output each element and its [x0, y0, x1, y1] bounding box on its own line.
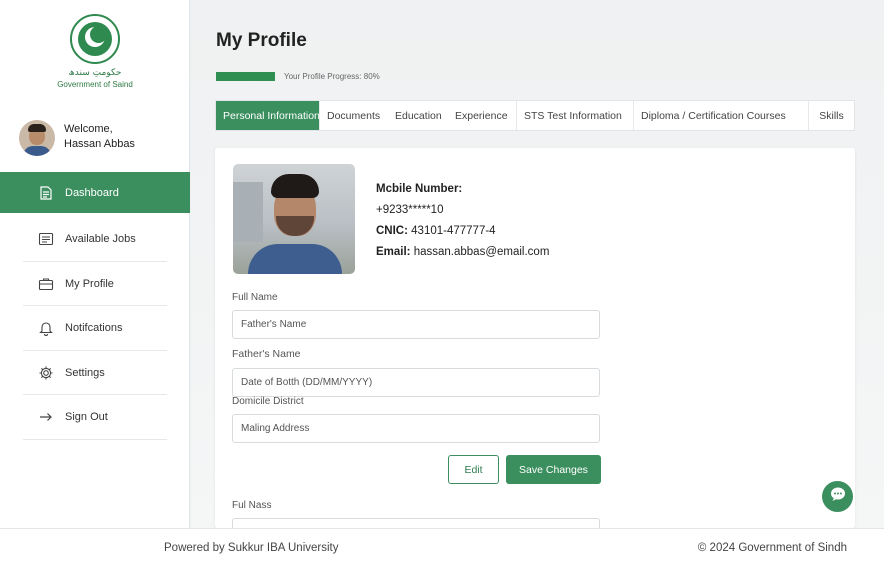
contact-info: Mcbile Number: +9233*****10 CNIC: 43101-… — [376, 179, 549, 263]
tab-diploma-certification[interactable]: Diploma / Certification Courses — [634, 101, 809, 130]
briefcase-icon — [37, 275, 54, 292]
main-content: My Profile Your Profile Progress: 80% Pe… — [191, 0, 884, 530]
tab-documents[interactable]: Documents — [320, 101, 388, 130]
welcome-text: Welcome, Hassan Abbas — [64, 122, 135, 152]
tab-experience[interactable]: Experience — [448, 101, 517, 130]
logo-urdu-text: حکومتِ سندھ — [68, 68, 122, 78]
user-block: Welcome, Hassan Abbas — [19, 120, 184, 156]
profile-progress-text: Your Profile Progress: 80% — [284, 72, 380, 81]
full-name-input[interactable]: Father's Name — [232, 310, 600, 339]
sidebar-item-my-profile[interactable]: My Profile — [0, 262, 190, 307]
date-of-birth-input[interactable]: Date of Botth (DD/MM/YYYY) — [232, 368, 600, 397]
email-value: hassan.abbas@email.com — [413, 246, 550, 258]
jobs-icon — [37, 231, 54, 248]
tab-sts-test-information[interactable]: STS Test Information — [517, 101, 634, 130]
full-name-label: Full Name — [232, 292, 278, 303]
user-name: Hassan Abbas — [64, 138, 135, 150]
sidebar-item-label: Sign Out — [65, 411, 108, 424]
footer-powered-by: Powered by Sukkur IBA University — [164, 542, 339, 554]
mobile-value: +9233*****10 — [376, 204, 444, 216]
profile-tabs: Personal Information Documents Education… — [215, 100, 855, 131]
domicile-district-label: Domicile District — [232, 396, 304, 407]
sidebar-item-dashboard[interactable]: Dashboard — [0, 172, 190, 213]
chat-button[interactable] — [822, 481, 853, 512]
sidebar-item-label: Settings — [65, 366, 105, 379]
mailing-address-input[interactable]: Maling Address — [232, 414, 600, 443]
tab-education[interactable]: Education — [388, 101, 448, 130]
footer: Powered by Sukkur IBA University © 2024 … — [0, 528, 884, 565]
sidebar-item-notifications[interactable]: Notifcations — [0, 306, 190, 351]
dashboard-icon — [37, 184, 54, 201]
sidebar-item-label: Dashboard — [65, 186, 119, 199]
cnic-value: 43101-477777-4 — [411, 225, 496, 237]
logo-block: حکومتِ سندھ Government of Saind — [0, 14, 190, 89]
footer-copyright: © 2024 Government of Sindh — [697, 542, 847, 554]
sidebar-item-settings[interactable]: Settings — [0, 351, 190, 396]
sidebar-item-sign-out[interactable]: Sign Out — [0, 395, 190, 440]
sidebar-item-available-jobs[interactable]: Available Jobs — [0, 217, 190, 262]
profile-progress-bar — [216, 72, 275, 81]
profile-photo[interactable] — [233, 164, 355, 274]
tab-personal-information[interactable]: Personal Information — [216, 101, 320, 130]
page-title: My Profile — [216, 30, 307, 51]
sidebar-item-label: My Profile — [65, 277, 114, 290]
edit-button[interactable]: Edit — [448, 455, 499, 484]
sidebar-nav: Dashboard Available Jobs My Profile Noti… — [0, 172, 190, 440]
sidebar-item-label: Available Jobs — [65, 233, 136, 246]
sidebar: حکومتِ سندھ Government of Saind Welcome,… — [0, 0, 190, 528]
bell-icon — [37, 320, 54, 337]
tab-skills[interactable]: Skills — [809, 101, 854, 130]
gear-icon — [37, 364, 54, 381]
save-changes-button[interactable]: Save Changes — [506, 455, 601, 484]
government-seal-logo — [70, 14, 120, 64]
arrow-right-icon — [37, 409, 54, 426]
mobile-label: Mcbile Number: — [376, 183, 463, 195]
personal-information-card: Mcbile Number: +9233*****10 CNIC: 43101-… — [215, 148, 855, 530]
avatar[interactable] — [19, 120, 55, 156]
logo-caption: Government of Saind — [57, 80, 133, 89]
chat-bubble-icon — [829, 485, 847, 508]
cnic-label: CNIC: — [376, 225, 408, 237]
sidebar-item-label: Notifcations — [65, 322, 123, 335]
email-label: Email: — [376, 246, 411, 258]
fathers-name-label: Father's Name — [232, 348, 301, 360]
welcome-greeting: Welcome, — [64, 123, 113, 135]
full-name-label-2: Ful Nass — [232, 500, 272, 511]
